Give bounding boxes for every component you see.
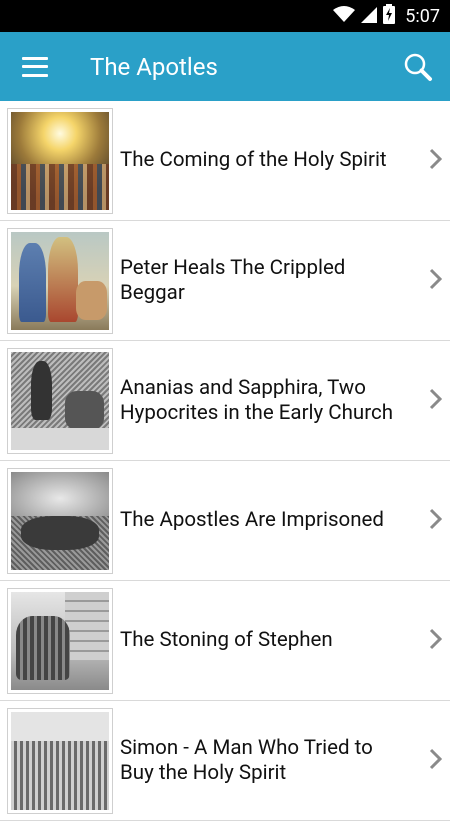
chevron-right-icon — [428, 148, 443, 174]
thumbnail — [7, 227, 113, 334]
thumbnail — [7, 107, 113, 214]
thumbnail — [7, 707, 113, 814]
pentecost-painting — [11, 111, 109, 210]
status-bar: 5:07 — [0, 0, 450, 32]
list-item[interactable]: Peter Heals The Crippled Beggar — [0, 221, 450, 341]
search-icon[interactable] — [400, 49, 436, 85]
app-bar: The Apotles — [0, 32, 450, 101]
status-time: 5:07 — [405, 5, 440, 27]
ananias-engraving — [11, 351, 109, 450]
battery-charging-icon — [383, 4, 396, 28]
peter-healing-painting — [11, 231, 109, 330]
list-item[interactable]: The Apostles Are Imprisoned — [0, 461, 450, 581]
list-item[interactable]: The Stoning of Stephen — [0, 581, 450, 701]
item-title: The Stoning of Stephen — [120, 628, 333, 652]
item-title: Ananias and Sapphira, Two Hypocrites in … — [120, 375, 394, 425]
wifi-icon — [333, 5, 356, 27]
stephen-stoning-engraving — [11, 591, 109, 690]
page-title: The Apotles — [90, 52, 218, 81]
chevron-right-icon — [428, 508, 443, 534]
simon-magus-engraving — [11, 711, 109, 810]
thumbnail — [7, 587, 113, 694]
list-item[interactable]: Ananias and Sapphira, Two Hypocrites in … — [0, 341, 450, 461]
item-title: The Apostles Are Imprisoned — [120, 508, 384, 532]
item-title: Peter Heals The Crippled Beggar — [120, 255, 346, 305]
chevron-right-icon — [428, 748, 443, 774]
signal-icon — [361, 5, 378, 27]
item-title: The Coming of the Holy Spirit — [120, 148, 387, 172]
chevron-right-icon — [428, 388, 443, 414]
lesson-list: The Coming of the Holy Spirit Peter Heal… — [0, 101, 450, 821]
hamburger-menu-icon[interactable] — [22, 56, 48, 77]
item-title: Simon - A Man Who Tried to Buy the Holy … — [120, 735, 373, 785]
chevron-right-icon — [428, 268, 443, 294]
apostles-prison-engraving — [11, 471, 109, 570]
thumbnail — [7, 347, 113, 454]
thumbnail — [7, 467, 113, 574]
list-item[interactable]: Simon - A Man Who Tried to Buy the Holy … — [0, 701, 450, 821]
list-item[interactable]: The Coming of the Holy Spirit — [0, 101, 450, 221]
chevron-right-icon — [428, 628, 443, 654]
